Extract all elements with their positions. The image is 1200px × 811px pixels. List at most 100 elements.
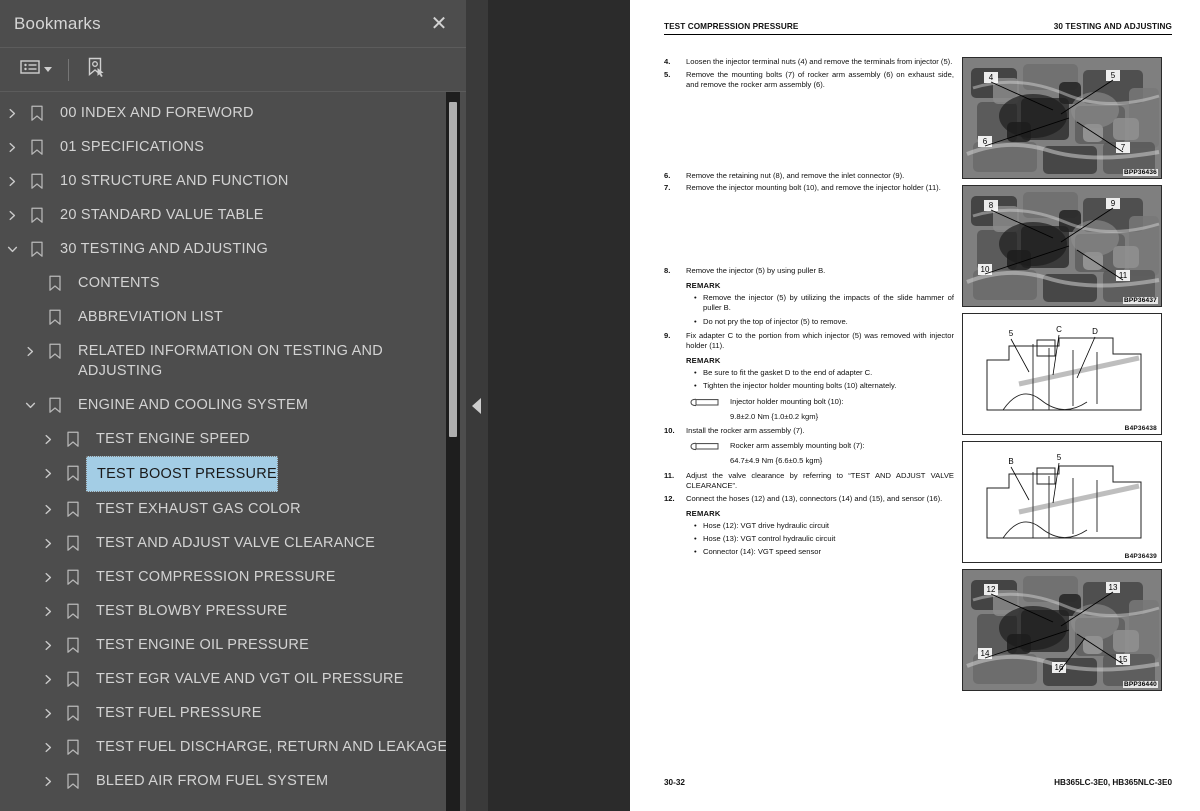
bookmark-item[interactable]: TEST BOOST PRESSURE xyxy=(0,456,466,492)
chevron-right-icon[interactable] xyxy=(36,526,60,560)
chevron-right-icon[interactable] xyxy=(36,662,60,696)
chevron-down-icon[interactable] xyxy=(0,232,24,266)
bookmark-icon xyxy=(60,696,86,730)
chevron-right-icon[interactable] xyxy=(36,594,60,628)
step-number: 9. xyxy=(664,330,671,340)
bookmark-label-wrap: TEST FUEL DISCHARGE, RETURN AND LEAKAGE xyxy=(86,730,447,764)
remark-text: Hose (13): VGT control hydraulic circuit xyxy=(703,533,836,543)
step-text: Remove the injector (5) by using puller … xyxy=(686,266,826,276)
bookmark-label: ABBREVIATION LIST xyxy=(78,309,223,325)
step-number: 6. xyxy=(664,170,671,180)
bookmark-item[interactable]: TEST ENGINE SPEED xyxy=(0,422,466,456)
bullet-icon: • xyxy=(694,520,697,530)
remark-text: Do not pry the top of injector (5) to re… xyxy=(703,316,848,326)
step-item: 9. Fix adapter C to the portion from whi… xyxy=(664,331,954,351)
page-text-column: 4. Loosen the injector terminal nuts (4)… xyxy=(664,57,954,697)
bookmark-item[interactable]: TEST AND ADJUST VALVE CLEARANCE xyxy=(0,526,466,560)
figure: 5 C D B4P36438 xyxy=(962,313,1162,435)
page-body: 4. Loosen the injector terminal nuts (4)… xyxy=(664,57,1172,697)
bookmark-label-wrap: TEST BOOST PRESSURE xyxy=(86,456,278,492)
chevron-right-icon xyxy=(9,142,15,152)
chevron-right-icon[interactable] xyxy=(36,730,60,764)
remark-item: • Hose (13): VGT control hydraulic circu… xyxy=(664,534,954,544)
chevron-right-icon[interactable] xyxy=(0,130,24,164)
new-bookmark-button[interactable] xyxy=(81,53,111,86)
bookmark-item[interactable]: TEST EXHAUST GAS COLOR xyxy=(0,492,466,526)
list-options-icon xyxy=(20,59,40,80)
chevron-right-icon[interactable] xyxy=(36,492,60,526)
chevron-down-icon[interactable] xyxy=(18,388,42,422)
chevron-right-icon[interactable] xyxy=(18,334,42,368)
chevron-down-icon xyxy=(25,402,35,408)
bookmarks-scrollbar[interactable] xyxy=(446,92,460,811)
chevron-right-icon[interactable] xyxy=(0,96,24,130)
bookmarks-scrollbar-thumb[interactable] xyxy=(449,102,457,437)
bookmark-icon xyxy=(42,266,68,300)
figure-photo: 4567 xyxy=(963,58,1161,178)
remark-list: • Remove the injector (5) by utilizing t… xyxy=(664,293,954,327)
svg-text:5: 5 xyxy=(1057,453,1062,462)
bookmark-item[interactable]: TEST FUEL DISCHARGE, RETURN AND LEAKAGE xyxy=(0,730,466,764)
chevron-right-icon[interactable] xyxy=(36,764,60,798)
bookmark-item[interactable]: TEST COMPRESSION PRESSURE xyxy=(0,560,466,594)
step-item: 8. Remove the injector (5) by using pull… xyxy=(664,266,954,276)
bookmark-label: TEST ENGINE SPEED xyxy=(96,431,250,447)
step-item: 7. Remove the injector mounting bolt (10… xyxy=(664,183,954,193)
chevron-right-icon xyxy=(45,708,51,718)
bookmark-item[interactable]: 00 INDEX AND FOREWORD xyxy=(0,96,466,130)
bookmark-icon xyxy=(60,526,86,560)
panel-splitter[interactable] xyxy=(466,0,488,811)
panel-title: Bookmarks xyxy=(14,13,101,33)
bookmark-item[interactable]: BLEED AIR FROM FUEL SYSTEM xyxy=(0,764,466,798)
bookmark-item[interactable]: TEST EGR VALVE AND VGT OIL PRESSURE xyxy=(0,662,466,696)
chevron-right-icon xyxy=(27,346,33,356)
remark-list: • Be sure to fit the gasket D to the end… xyxy=(664,368,954,391)
torque-spec: Injector holder mounting bolt (10): xyxy=(690,397,954,410)
bullet-icon: • xyxy=(694,381,697,391)
bookmark-icon xyxy=(60,730,86,764)
svg-text:4: 4 xyxy=(989,73,994,82)
chevron-right-icon[interactable] xyxy=(36,560,60,594)
bookmark-label-wrap: 01 SPECIFICATIONS xyxy=(50,130,204,164)
chevron-right-icon[interactable] xyxy=(36,456,60,490)
bookmark-item[interactable]: 01 SPECIFICATIONS xyxy=(0,130,466,164)
bookmark-item[interactable]: TEST FUEL PRESSURE xyxy=(0,696,466,730)
bookmark-item[interactable]: 30 TESTING AND ADJUSTING xyxy=(0,232,466,266)
step-number: 8. xyxy=(664,266,671,276)
bookmark-item[interactable]: 10 STRUCTURE AND FUNCTION xyxy=(0,164,466,198)
chevron-right-icon[interactable] xyxy=(0,164,24,198)
bookmark-item[interactable]: TEST BLOWBY PRESSURE xyxy=(0,594,466,628)
bookmark-item[interactable]: RELATED INFORMATION ON TESTING AND ADJUS… xyxy=(0,334,466,388)
chevron-right-icon[interactable] xyxy=(36,422,60,456)
bookmark-item[interactable]: CONTENTS xyxy=(0,266,466,300)
step-text: Remove the injector mounting bolt (10), … xyxy=(686,183,941,193)
bookmark-label: 30 TESTING AND ADJUSTING xyxy=(60,241,268,257)
bookmarks-tree[interactable]: 00 INDEX AND FOREWORD 01 SPECIFICATIONS 10… xyxy=(0,92,466,811)
chevron-right-icon[interactable] xyxy=(36,696,60,730)
chevron-right-icon xyxy=(45,468,51,478)
step-text: Remove the mounting bolts (7) of rocker … xyxy=(686,69,954,89)
close-icon[interactable]: ✕ xyxy=(428,13,450,35)
torque-spec: Rocker arm assembly mounting bolt (7): xyxy=(690,441,954,454)
column-spacer xyxy=(664,93,954,171)
figure-caption: BPP36437 xyxy=(1122,297,1158,304)
chevron-right-icon[interactable] xyxy=(0,198,24,232)
bookmark-item[interactable]: TEST ENGINE OIL PRESSURE xyxy=(0,628,466,662)
bookmark-item[interactable]: 20 STANDARD VALUE TABLE xyxy=(0,198,466,232)
bookmark-item[interactable]: ENGINE AND COOLING SYSTEM xyxy=(0,388,466,422)
step-text: Connect the hoses (12) and (13), connect… xyxy=(686,493,943,503)
collapse-panel-triangle-icon[interactable] xyxy=(472,397,481,414)
bookmark-item[interactable]: ABBREVIATION LIST xyxy=(0,300,466,334)
document-viewer[interactable]: TEST COMPRESSION PRESSURE 30 TESTING AND… xyxy=(488,0,1200,811)
step-number: 11. xyxy=(664,470,675,480)
remark-item: • Do not pry the top of injector (5) to … xyxy=(664,317,954,327)
bookmark-label-wrap: CONTENTS xyxy=(68,266,160,300)
bookmark-options-button[interactable] xyxy=(16,56,56,83)
bookmark-label: TEST FUEL PRESSURE xyxy=(96,705,262,721)
bookmark-label: TEST ENGINE OIL PRESSURE xyxy=(96,637,310,653)
page-header-right: 30 TESTING AND ADJUSTING xyxy=(1053,22,1172,31)
bookmark-label: ENGINE AND COOLING SYSTEM xyxy=(78,397,309,413)
figure: 12 13 14 15 16 BPP36440 xyxy=(962,569,1162,691)
bookmark-label-wrap: TEST COMPRESSION PRESSURE xyxy=(86,560,336,594)
chevron-right-icon[interactable] xyxy=(36,628,60,662)
